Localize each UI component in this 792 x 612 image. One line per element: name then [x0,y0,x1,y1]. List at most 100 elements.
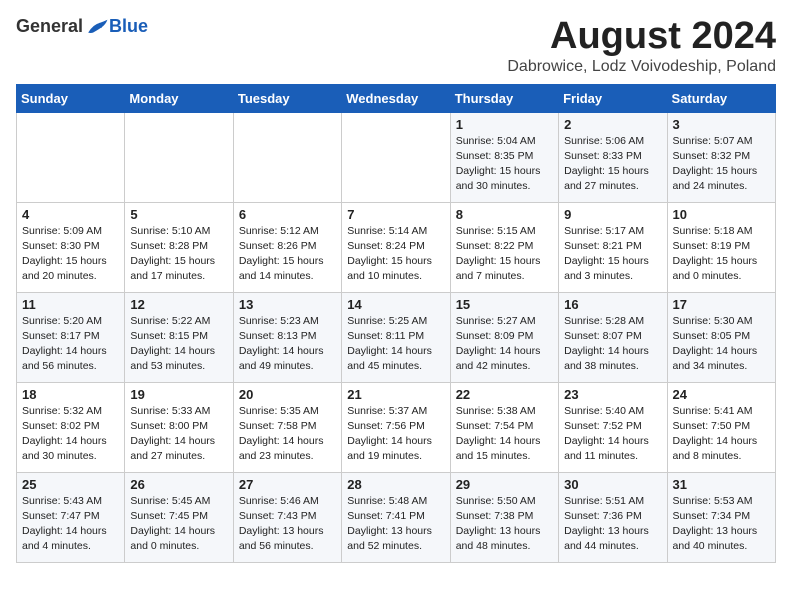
day-number: 11 [22,297,119,312]
day-info: Sunrise: 5:45 AM Sunset: 7:45 PM Dayligh… [130,494,227,555]
day-number: 4 [22,207,119,222]
day-number: 20 [239,387,336,402]
day-info: Sunrise: 5:28 AM Sunset: 8:07 PM Dayligh… [564,314,661,375]
calendar-cell: 15 Sunrise: 5:27 AM Sunset: 8:09 PM Dayli… [450,292,558,382]
day-info: Sunrise: 5:22 AM Sunset: 8:15 PM Dayligh… [130,314,227,375]
day-info: Sunrise: 5:53 AM Sunset: 7:34 PM Dayligh… [673,494,770,555]
calendar-cell: 5Sunrise: 5:10 AM Sunset: 8:28 PM Daylig… [125,202,233,292]
day-info: Sunrise: 5:23 AM Sunset: 8:13 PM Dayligh… [239,314,336,375]
calendar-cell: 4 Sunrise: 5:09 AM Sunset: 8:30 PM Daylig… [17,202,125,292]
calendar-cell: 25 Sunrise: 5:43 AM Sunset: 7:47 PM Dayli… [17,472,125,562]
calendar-cell [233,112,341,202]
calendar-cell: 10 Sunrise: 5:18 AM Sunset: 8:19 PM Dayli… [667,202,775,292]
weekday-header-wednesday: Wednesday [342,84,450,112]
day-number: 6 [239,207,336,222]
logo-blue-text: Blue [109,16,148,37]
calendar-cell: 18 Sunrise: 5:32 AM Sunset: 8:02 PM Dayli… [17,382,125,472]
day-number: 25 [22,477,119,492]
day-info: Sunrise: 5:18 AM Sunset: 8:19 PM Dayligh… [673,224,770,285]
calendar-cell: 13Sunrise: 5:23 AM Sunset: 8:13 PM Dayli… [233,292,341,382]
calendar-cell: 1Sunrise: 5:04 AM Sunset: 8:35 PM Daylig… [450,112,558,202]
calendar-cell: 9 Sunrise: 5:17 AM Sunset: 8:21 PM Daylig… [559,202,667,292]
calendar-cell: 21 Sunrise: 5:37 AM Sunset: 7:56 PM Dayli… [342,382,450,472]
day-info: Sunrise: 5:50 AM Sunset: 7:38 PM Dayligh… [456,494,553,555]
calendar-header-row: SundayMondayTuesdayWednesdayThursdayFrid… [17,84,776,112]
weekday-header-saturday: Saturday [667,84,775,112]
day-number: 9 [564,207,661,222]
day-number: 1 [456,117,553,132]
calendar-cell: 31 Sunrise: 5:53 AM Sunset: 7:34 PM Dayli… [667,472,775,562]
day-number: 10 [673,207,770,222]
calendar-table: SundayMondayTuesdayWednesdayThursdayFrid… [16,84,776,563]
logo: General Blue [16,16,148,37]
calendar-cell: 28 Sunrise: 5:48 AM Sunset: 7:41 PM Dayli… [342,472,450,562]
day-number: 28 [347,477,444,492]
day-number: 22 [456,387,553,402]
day-number: 7 [347,207,444,222]
calendar-cell: 27Sunrise: 5:46 AM Sunset: 7:43 PM Dayli… [233,472,341,562]
day-info: Sunrise: 5:37 AM Sunset: 7:56 PM Dayligh… [347,404,444,465]
weekday-header-friday: Friday [559,84,667,112]
weekday-header-tuesday: Tuesday [233,84,341,112]
day-info: Sunrise: 5:41 AM Sunset: 7:50 PM Dayligh… [673,404,770,465]
day-info: Sunrise: 5:46 AM Sunset: 7:43 PM Dayligh… [239,494,336,555]
day-number: 8 [456,207,553,222]
day-info: Sunrise: 5:09 AM Sunset: 8:30 PM Dayligh… [22,224,119,285]
calendar-week-row: 25 Sunrise: 5:43 AM Sunset: 7:47 PM Dayli… [17,472,776,562]
day-info: Sunrise: 5:27 AM Sunset: 8:09 PM Dayligh… [456,314,553,375]
calendar-cell [125,112,233,202]
day-info: Sunrise: 5:10 AM Sunset: 8:28 PM Dayligh… [130,224,227,285]
weekday-header-thursday: Thursday [450,84,558,112]
calendar-week-row: 18 Sunrise: 5:32 AM Sunset: 8:02 PM Dayli… [17,382,776,472]
day-number: 24 [673,387,770,402]
day-info: Sunrise: 5:35 AM Sunset: 7:58 PM Dayligh… [239,404,336,465]
day-info: Sunrise: 5:07 AM Sunset: 8:32 PM Dayligh… [673,134,770,195]
title-block: August 2024 Dabrowice, Lodz Voivodeship,… [507,16,776,76]
day-number: 15 [456,297,553,312]
day-info: Sunrise: 5:25 AM Sunset: 8:11 PM Dayligh… [347,314,444,375]
calendar-week-row: 11 Sunrise: 5:20 AM Sunset: 8:17 PM Dayli… [17,292,776,382]
calendar-cell: 26 Sunrise: 5:45 AM Sunset: 7:45 PM Dayli… [125,472,233,562]
calendar-cell: 8Sunrise: 5:15 AM Sunset: 8:22 PM Daylig… [450,202,558,292]
logo-bird-icon [85,17,109,37]
calendar-cell [342,112,450,202]
month-year-title: August 2024 [507,16,776,58]
day-number: 31 [673,477,770,492]
calendar-cell: 11 Sunrise: 5:20 AM Sunset: 8:17 PM Dayli… [17,292,125,382]
day-number: 17 [673,297,770,312]
calendar-cell: 20 Sunrise: 5:35 AM Sunset: 7:58 PM Dayli… [233,382,341,472]
calendar-cell: 6 Sunrise: 5:12 AM Sunset: 8:26 PM Daylig… [233,202,341,292]
calendar-cell: 2Sunrise: 5:06 AM Sunset: 8:33 PM Daylig… [559,112,667,202]
day-info: Sunrise: 5:38 AM Sunset: 7:54 PM Dayligh… [456,404,553,465]
calendar-cell: 17Sunrise: 5:30 AM Sunset: 8:05 PM Dayli… [667,292,775,382]
calendar-week-row: 1Sunrise: 5:04 AM Sunset: 8:35 PM Daylig… [17,112,776,202]
calendar-week-row: 4 Sunrise: 5:09 AM Sunset: 8:30 PM Daylig… [17,202,776,292]
day-number: 21 [347,387,444,402]
day-info: Sunrise: 5:32 AM Sunset: 8:02 PM Dayligh… [22,404,119,465]
day-number: 2 [564,117,661,132]
calendar-cell: 29Sunrise: 5:50 AM Sunset: 7:38 PM Dayli… [450,472,558,562]
day-number: 16 [564,297,661,312]
calendar-cell: 22 Sunrise: 5:38 AM Sunset: 7:54 PM Dayli… [450,382,558,472]
day-info: Sunrise: 5:17 AM Sunset: 8:21 PM Dayligh… [564,224,661,285]
day-number: 12 [130,297,227,312]
day-info: Sunrise: 5:43 AM Sunset: 7:47 PM Dayligh… [22,494,119,555]
day-info: Sunrise: 5:14 AM Sunset: 8:24 PM Dayligh… [347,224,444,285]
day-info: Sunrise: 5:33 AM Sunset: 8:00 PM Dayligh… [130,404,227,465]
day-number: 3 [673,117,770,132]
day-number: 19 [130,387,227,402]
day-number: 14 [347,297,444,312]
calendar-cell: 14 Sunrise: 5:25 AM Sunset: 8:11 PM Dayli… [342,292,450,382]
day-info: Sunrise: 5:12 AM Sunset: 8:26 PM Dayligh… [239,224,336,285]
day-info: Sunrise: 5:40 AM Sunset: 7:52 PM Dayligh… [564,404,661,465]
location-subtitle: Dabrowice, Lodz Voivodeship, Poland [507,58,776,76]
day-info: Sunrise: 5:48 AM Sunset: 7:41 PM Dayligh… [347,494,444,555]
calendar-cell: 23Sunrise: 5:40 AM Sunset: 7:52 PM Dayli… [559,382,667,472]
calendar-cell: 12 Sunrise: 5:22 AM Sunset: 8:15 PM Dayli… [125,292,233,382]
calendar-cell: 7 Sunrise: 5:14 AM Sunset: 8:24 PM Daylig… [342,202,450,292]
day-number: 26 [130,477,227,492]
day-info: Sunrise: 5:20 AM Sunset: 8:17 PM Dayligh… [22,314,119,375]
day-number: 30 [564,477,661,492]
calendar-cell: 30Sunrise: 5:51 AM Sunset: 7:36 PM Dayli… [559,472,667,562]
day-number: 18 [22,387,119,402]
